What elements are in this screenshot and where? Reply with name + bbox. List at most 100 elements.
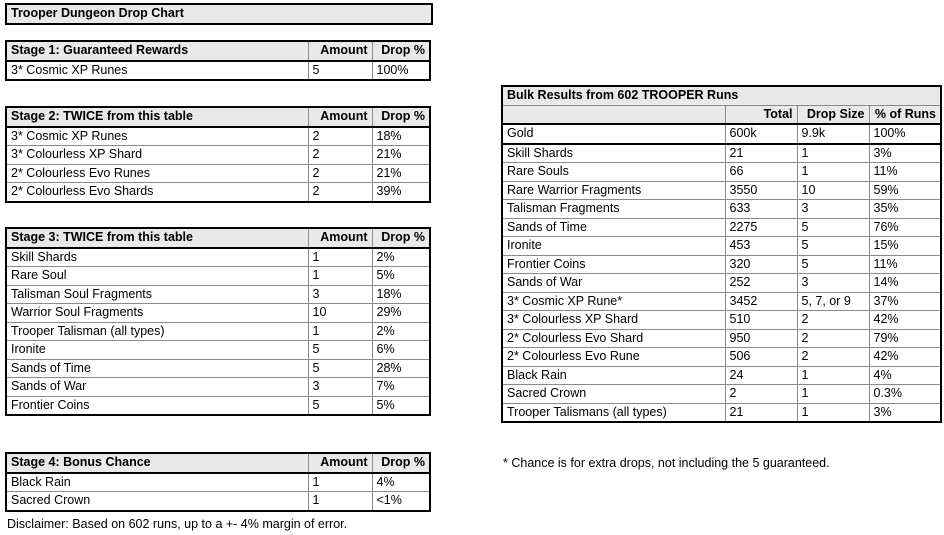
- item-drop: 5%: [371, 395, 431, 416]
- item-pct-runs: 11%: [868, 162, 942, 182]
- table-row: Trooper Talismans (all types) 21 1 3%: [501, 402, 942, 423]
- item-name: Gold: [501, 123, 726, 145]
- item-amount: 5: [307, 358, 373, 378]
- table-row: Frontier Coins 320 5 11%: [501, 254, 942, 274]
- item-name: Sands of War: [5, 377, 309, 397]
- item-total: 2275: [724, 217, 798, 237]
- stage1-header-drop: Drop %: [371, 40, 431, 62]
- item-amount: 10: [307, 303, 373, 323]
- item-drop-size: 10: [796, 180, 870, 200]
- item-name: Talisman Soul Fragments: [5, 284, 309, 304]
- item-name: Skill Shards: [5, 247, 309, 267]
- table-row: Gold 600k 9.9k 100%: [501, 123, 942, 145]
- item-name: 2* Colourless Evo Shards: [5, 182, 309, 203]
- item-pct-runs: 42%: [868, 347, 942, 367]
- item-drop-size: 1: [796, 384, 870, 404]
- item-amount: 3: [307, 377, 373, 397]
- stage1-header-label: Stage 1: Guaranteed Rewards: [5, 40, 309, 62]
- table-row: 2* Colourless Evo Rune 506 2 42%: [501, 347, 942, 367]
- bulk-header-pct-runs: % of Runs: [868, 104, 942, 125]
- item-name: Skill Shards: [501, 143, 726, 163]
- item-name: Black Rain: [5, 472, 309, 492]
- disclaimer-text: Disclaimer: Based on 602 runs, up to a +…: [7, 517, 348, 531]
- table-row: Rare Warrior Fragments 3550 10 59%: [501, 180, 942, 200]
- item-name: 3* Cosmic XP Rune*: [501, 291, 726, 311]
- item-pct-runs: 0.3%: [868, 384, 942, 404]
- table-row: Ironite 453 5 15%: [501, 236, 942, 256]
- item-total: 66: [724, 162, 798, 182]
- item-name: Sands of Time: [501, 217, 726, 237]
- stage2-header-drop: Drop %: [371, 106, 431, 128]
- item-drop: <1%: [371, 491, 431, 512]
- item-name: Ironite: [5, 340, 309, 360]
- item-drop-size: 5: [796, 254, 870, 274]
- item-drop-size: 9.9k: [796, 123, 870, 145]
- page-title: Trooper Dungeon Drop Chart: [5, 3, 433, 24]
- stage2-header-label: Stage 2: TWICE from this table: [5, 106, 309, 128]
- item-drop-size: 3: [796, 273, 870, 293]
- item-total: 600k: [724, 123, 798, 145]
- item-name: 3* Cosmic XP Runes: [5, 126, 309, 146]
- item-name: Frontier Coins: [5, 395, 309, 416]
- table-header-row: Stage 3: TWICE from this table Amount Dr…: [5, 227, 431, 249]
- table-row: Ironite 5 6%: [5, 340, 431, 360]
- table-row: Sands of Time 2275 5 76%: [501, 217, 942, 237]
- table-header-row: Total Drop Size % of Runs: [501, 104, 942, 125]
- bulk-title: Bulk Results from 602 TROOPER Runs: [501, 85, 942, 106]
- item-pct-runs: 15%: [868, 236, 942, 256]
- item-drop-size: 1: [796, 162, 870, 182]
- item-name: Rare Souls: [501, 162, 726, 182]
- table-row: Sacred Crown 1 <1%: [5, 491, 431, 512]
- table-row: Sands of War 3 7%: [5, 377, 431, 397]
- item-amount: 5: [307, 395, 373, 416]
- item-drop: 28%: [371, 358, 431, 378]
- item-amount: 1: [307, 321, 373, 341]
- item-drop-size: 2: [796, 328, 870, 348]
- item-amount: 2: [307, 182, 373, 203]
- item-amount: 3: [307, 284, 373, 304]
- item-total: 3550: [724, 180, 798, 200]
- table-row: 2* Colourless Evo Shards 2 39%: [5, 182, 431, 203]
- table-row: 3* Cosmic XP Runes 5 100%: [5, 60, 431, 81]
- bulk-header-blank: [501, 104, 726, 125]
- stage4-header-label: Stage 4: Bonus Chance: [5, 452, 309, 474]
- item-drop-size: 5: [796, 236, 870, 256]
- item-amount: 1: [307, 247, 373, 267]
- item-name: 3* Colourless XP Shard: [5, 145, 309, 165]
- item-total: 21: [724, 143, 798, 163]
- table-row: Black Rain 24 1 4%: [501, 365, 942, 385]
- stage3-header-amount: Amount: [307, 227, 373, 249]
- item-name: Trooper Talisman (all types): [5, 321, 309, 341]
- item-name: 3* Cosmic XP Runes: [5, 60, 309, 81]
- item-pct-runs: 4%: [868, 365, 942, 385]
- item-pct-runs: 35%: [868, 199, 942, 219]
- item-total: 950: [724, 328, 798, 348]
- item-name: Rare Soul: [5, 266, 309, 286]
- item-drop-size: 2: [796, 347, 870, 367]
- item-name: Sacred Crown: [5, 491, 309, 512]
- item-amount: 5: [307, 60, 373, 81]
- stage3-table: Stage 3: TWICE from this table Amount Dr…: [5, 227, 431, 416]
- item-pct-runs: 14%: [868, 273, 942, 293]
- stage4-header-drop: Drop %: [371, 452, 431, 474]
- stage4-header-amount: Amount: [307, 452, 373, 474]
- item-pct-runs: 37%: [868, 291, 942, 311]
- item-drop-size: 1: [796, 402, 870, 423]
- table-header-row: Stage 1: Guaranteed Rewards Amount Drop …: [5, 40, 431, 62]
- table-header-row: Stage 4: Bonus Chance Amount Drop %: [5, 452, 431, 474]
- table-row: 2* Colourless Evo Runes 2 21%: [5, 163, 431, 183]
- item-name: 2* Colourless Evo Runes: [5, 163, 309, 183]
- bulk-title-row: Bulk Results from 602 TROOPER Runs: [501, 85, 942, 106]
- bulk-header-total: Total: [724, 104, 798, 125]
- item-name: Warrior Soul Fragments: [5, 303, 309, 323]
- item-drop-size: 5: [796, 217, 870, 237]
- item-total: 24: [724, 365, 798, 385]
- item-drop: 6%: [371, 340, 431, 360]
- table-row: 3* Cosmic XP Rune* 3452 5, 7, or 9 37%: [501, 291, 942, 311]
- stage1-header-amount: Amount: [307, 40, 373, 62]
- item-total: 252: [724, 273, 798, 293]
- table-row: Sands of War 252 3 14%: [501, 273, 942, 293]
- item-drop: 4%: [371, 472, 431, 492]
- item-total: 320: [724, 254, 798, 274]
- item-drop: 18%: [371, 284, 431, 304]
